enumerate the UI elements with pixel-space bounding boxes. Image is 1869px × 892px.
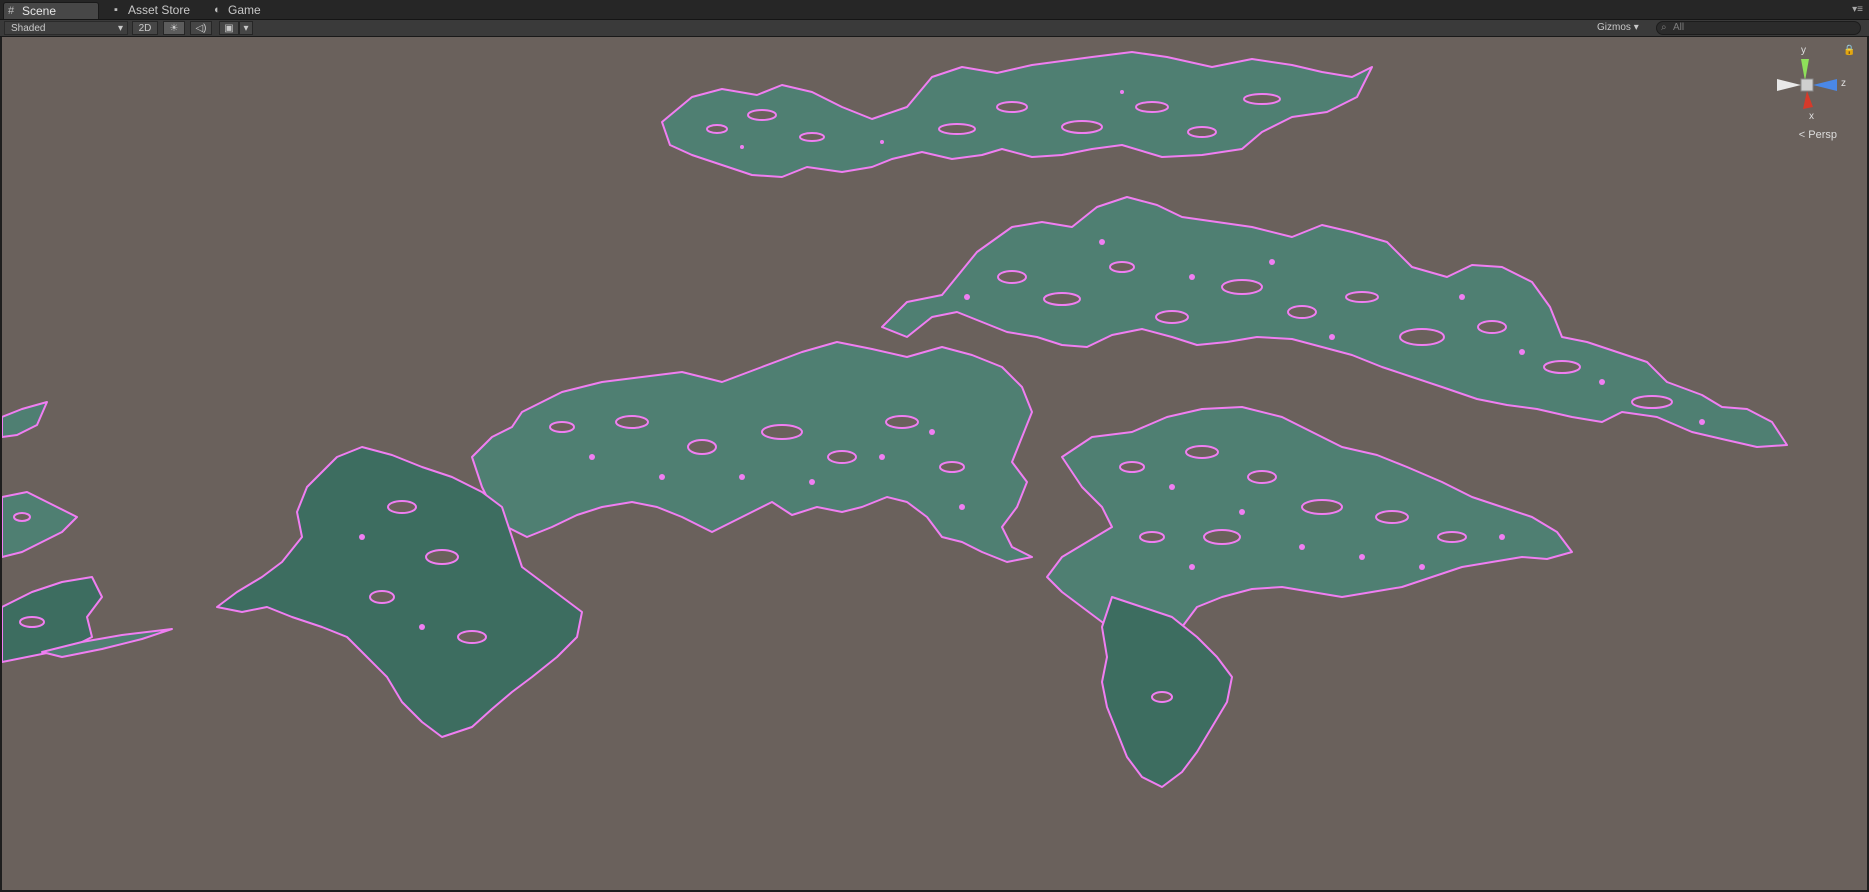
shading-mode-label: Shaded xyxy=(11,23,46,34)
axis-x-label: x xyxy=(1809,111,1814,122)
chevron-down-icon: ▾ xyxy=(1633,22,1639,33)
shading-mode-dropdown[interactable]: Shaded ▾ xyxy=(4,21,128,35)
fern-cluster-center xyxy=(216,341,1033,738)
tab-scene[interactable]: # Scene xyxy=(3,2,99,19)
grid-icon: # xyxy=(8,5,15,17)
scene-toolbar: Shaded ▾ 2D ☀ ◁) ▣ ▾ Gizmos ▾ ⌕ All xyxy=(0,20,1869,37)
axis-z-label: z xyxy=(1841,78,1846,89)
store-icon: ▪ xyxy=(114,4,118,16)
lock-icon[interactable]: 🔒 xyxy=(1843,45,1855,56)
search-icon: ⌕ xyxy=(1661,22,1667,33)
tab-asset-store[interactable]: ▪ Asset Store xyxy=(110,2,206,19)
scene-viewport[interactable]: y z x 🔒 < Persp xyxy=(2,37,1867,890)
tab-bar: # Scene ▪ Asset Store ◐ Game ▾≡ xyxy=(0,0,1869,20)
tab-label: Scene xyxy=(22,4,57,18)
scene-search-input[interactable]: ⌕ All xyxy=(1656,21,1861,35)
projection-icon: < xyxy=(1798,129,1806,141)
effects-dropdown-icon[interactable]: ▾ xyxy=(239,21,253,35)
tab-label: Game xyxy=(228,3,261,17)
fern-cluster-lower-right xyxy=(1046,406,1573,788)
gizmos-dropdown[interactable]: Gizmos ▾ xyxy=(1597,21,1651,35)
audio-toggle-icon[interactable]: ◁) xyxy=(190,21,212,35)
effects-toggle-icon[interactable]: ▣ xyxy=(219,21,239,35)
axis-y-label: y xyxy=(1801,45,1806,56)
chevron-down-icon: ▾ xyxy=(117,23,123,34)
2d-toggle-button[interactable]: 2D xyxy=(132,21,158,35)
pacman-icon: ◐ xyxy=(214,4,221,16)
tab-label: Asset Store xyxy=(128,3,191,17)
lighting-toggle-icon[interactable]: ☀ xyxy=(163,21,185,35)
tab-game[interactable]: ◐ Game xyxy=(210,2,280,19)
fern-cluster-far xyxy=(661,51,1373,178)
tab-menu-icon[interactable]: ▾≡ xyxy=(1852,4,1863,15)
projection-label: Persp xyxy=(1808,129,1837,141)
search-placeholder: All xyxy=(1673,22,1685,33)
projection-toggle[interactable]: < Persp xyxy=(1799,129,1837,141)
gizmos-label: Gizmos xyxy=(1597,22,1631,33)
fern-cluster-left-edge xyxy=(2,401,173,663)
orientation-gizmo[interactable]: y z x 🔒 xyxy=(1771,45,1855,135)
scene-canvas xyxy=(2,51,1788,788)
